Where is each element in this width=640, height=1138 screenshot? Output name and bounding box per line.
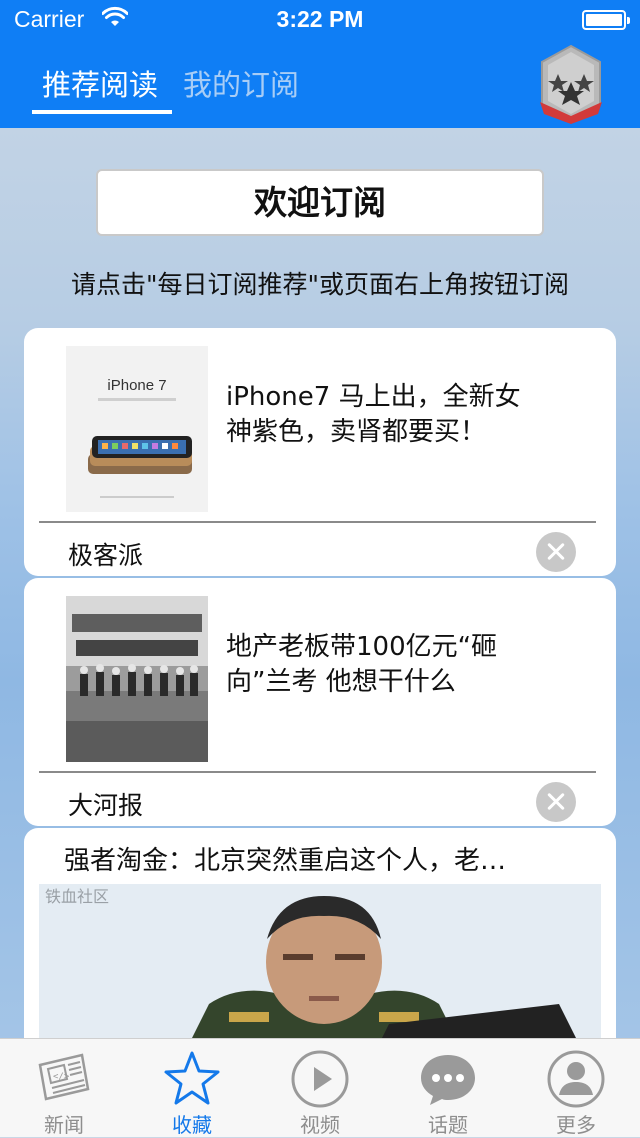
- feed-card[interactable]: 强者淘金：北京突然重启这个人，老… 铁血社区: [24, 828, 616, 1058]
- tab-label: 更多: [556, 1113, 596, 1137]
- tab-more[interactable]: 更多: [512, 1039, 640, 1137]
- bottom-tab-bar: </> 新闻 收藏 视频 话题 更多: [0, 1038, 640, 1137]
- tab-video[interactable]: 视频: [256, 1039, 384, 1137]
- subscribe-hint: 请点击"每日订阅推荐"或页面右上角按钮订阅: [71, 270, 569, 299]
- feed-card[interactable]: iPhone 7 iPhone7 马上出，全新女神紫色，卖肾都要买！ 极客派: [24, 328, 616, 576]
- article-thumbnail: iPhone 7: [66, 346, 208, 512]
- welcome-subscribe-button[interactable]: 欢迎订阅: [96, 169, 544, 236]
- battery-icon: [582, 10, 630, 30]
- photo-watermark: 铁血社区: [45, 887, 109, 906]
- article-source: 大河报: [68, 791, 144, 820]
- tab-my-subscriptions[interactable]: 我的订阅: [183, 62, 299, 104]
- chat-bubble-icon: [421, 1055, 475, 1105]
- subscribe-badge-icon[interactable]: [538, 44, 604, 126]
- tab-label: 新闻: [44, 1113, 84, 1137]
- article-source: 极客派: [68, 541, 144, 570]
- svg-text:</>: </>: [53, 1072, 70, 1082]
- article-photo: 铁血社区: [39, 884, 601, 1044]
- article-title[interactable]: 强者淘金：北京突然重启这个人，老…: [64, 840, 584, 877]
- card-divider: [39, 521, 596, 523]
- thumbnail-caption: iPhone 7: [107, 377, 166, 394]
- tab-label: 收藏: [172, 1113, 212, 1137]
- dismiss-button[interactable]: [536, 782, 576, 822]
- clock: 3:22 PM: [276, 6, 364, 32]
- tab-label: 话题: [428, 1113, 468, 1137]
- newspaper-icon: </>: [38, 1053, 90, 1101]
- article-thumbnail: [66, 596, 208, 762]
- star-icon: [164, 1051, 220, 1105]
- tab-recommended[interactable]: 推荐阅读: [42, 62, 158, 104]
- card-divider: [39, 771, 596, 773]
- active-tab-indicator: [32, 110, 172, 114]
- play-icon: [291, 1050, 349, 1108]
- article-title[interactable]: 地产老板带100亿元“砸向”兰考 他想干什么: [226, 630, 546, 700]
- dismiss-button[interactable]: [536, 532, 576, 572]
- user-icon: [547, 1050, 605, 1108]
- tab-label: 视频: [300, 1113, 340, 1137]
- tab-topics[interactable]: 话题: [384, 1039, 512, 1137]
- feed-card[interactable]: 地产老板带100亿元“砸向”兰考 他想干什么 大河报: [24, 578, 616, 826]
- status-bar: Carrier 3:22 PM: [0, 0, 640, 40]
- top-bar: Carrier 3:22 PM 推荐阅读 我的订阅: [0, 0, 640, 128]
- article-title[interactable]: iPhone7 马上出，全新女神紫色，卖肾都要买！: [226, 380, 546, 450]
- tab-news[interactable]: </> 新闻: [0, 1039, 128, 1137]
- tab-favorites[interactable]: 收藏: [128, 1039, 256, 1137]
